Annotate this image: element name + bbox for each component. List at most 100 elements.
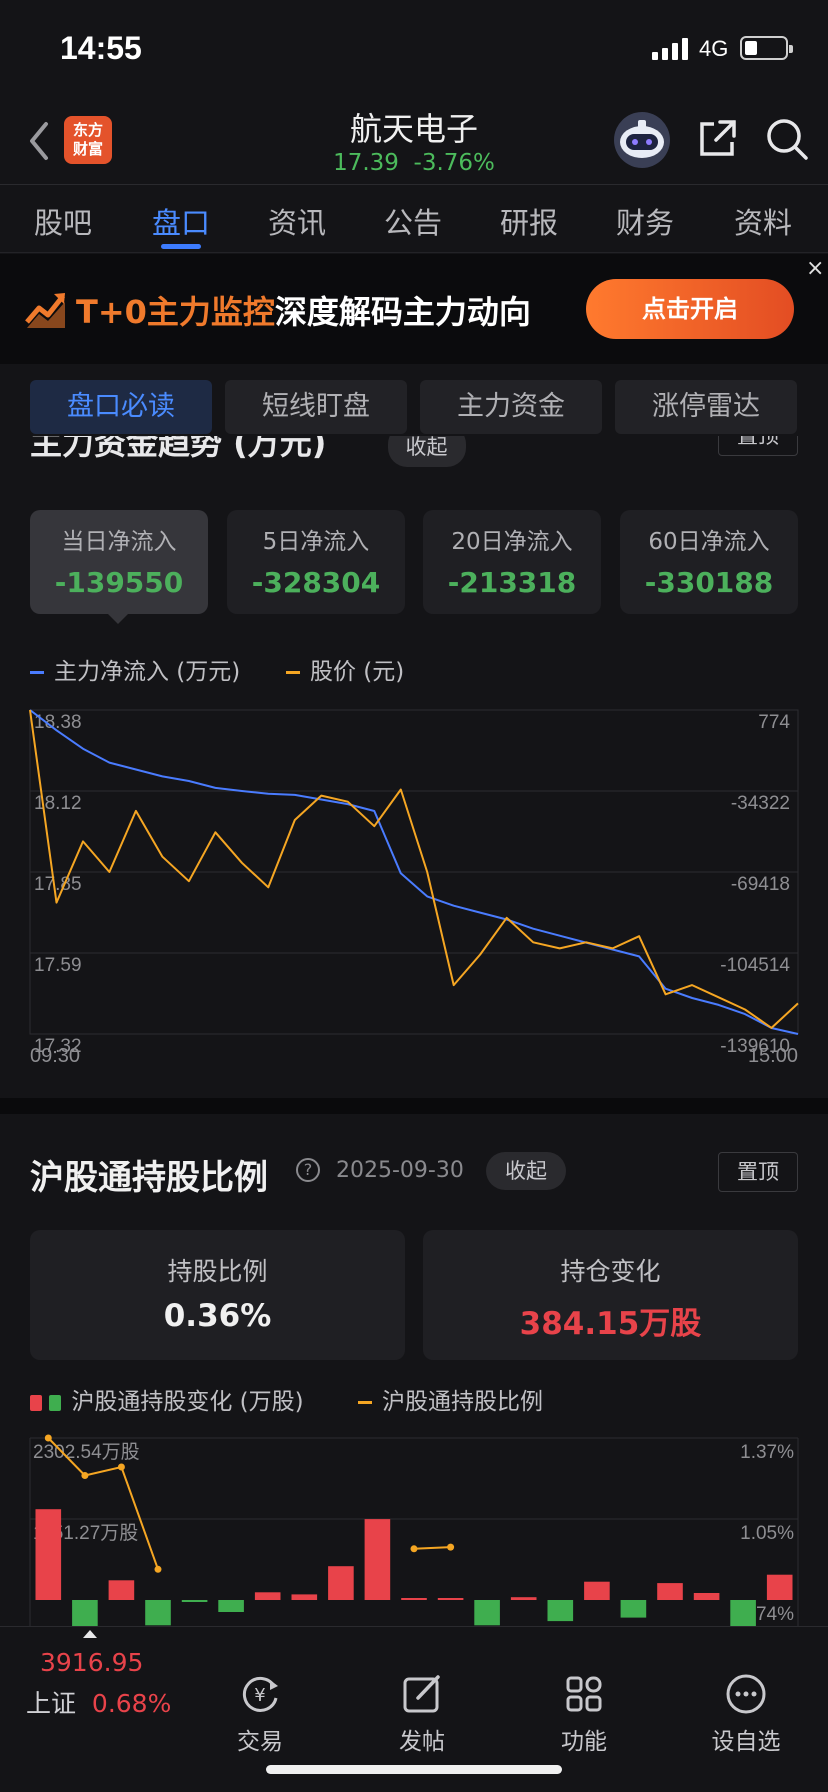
flow-collapse-button[interactable]: 收起 [387,436,466,467]
stock-change: -3.76% [413,150,495,176]
hk-pin-button[interactable]: 置顶 [718,1152,798,1192]
nav-post[interactable]: 发帖 [372,1672,472,1756]
hk-bar [145,1600,171,1626]
more-icon [696,1672,796,1716]
tabs-divider [0,252,828,253]
flow-section-title: 主力资金趋势 (万元) [30,436,327,462]
stock-price: 17.39 [333,150,399,176]
help-icon[interactable]: ? [296,1158,320,1182]
main-flow-chart: 18.38 77418.12 -3432217.85 -6941817.59 -1045… [29,709,799,1067]
tab-finance[interactable]: 财务 [616,200,674,242]
tab-profile[interactable]: 资料 [734,200,792,242]
svg-text:¥: ¥ [254,1685,265,1706]
right-axis-tick: 1.37% [740,1442,794,1463]
signal-icon [652,38,690,60]
x-axis-tick-end: 15:00 [748,1045,798,1067]
hk-bar [254,1592,281,1600]
legend-hk-ratio: 沪股通持股比例 [358,1382,543,1416]
hk-collapse-button[interactable]: 收起 [486,1152,566,1190]
hk-date: 2025-09-30 [336,1158,464,1183]
right-axis-tick: -69418 [731,874,790,895]
compose-icon [372,1672,472,1716]
index-name: 上证 [26,1689,77,1718]
hk-bar [35,1509,62,1600]
tab-news[interactable]: 资讯 [268,200,326,242]
left-axis-tick: 17.85 [34,874,82,895]
assistant-avatar-icon[interactable] [612,110,672,170]
hk-bar [474,1600,500,1626]
banner-title: T+0主力监控深度解码主力动向 [76,293,531,331]
search-icon[interactable] [764,116,810,162]
trend-up-icon [24,288,68,328]
tab-pankou[interactable]: 盘口 [152,200,210,242]
tab-research[interactable]: 研报 [500,200,558,242]
index-value[interactable]: 3916.95 [40,1648,143,1677]
price-line [29,709,799,1029]
active-tab-indicator [161,244,201,249]
banner-close-icon[interactable]: × [806,256,824,281]
hk-bar [328,1566,354,1600]
left-axis-tick: 2302.54万股 [33,1442,140,1463]
hk-ratio-line [413,1546,451,1550]
subtab-must-read[interactable]: 盘口必读 [30,380,212,434]
hk-ratio-card: 持股比例 0.36% [30,1230,405,1360]
hk-bar [766,1574,793,1600]
hk-section-title: 沪股通持股比例 [30,1158,268,1198]
hk-bar [181,1600,208,1602]
hk-bar [401,1598,427,1600]
index-change: 0.68% [91,1689,172,1718]
left-axis-tick: 17.59 [34,955,82,976]
nav-trade[interactable]: ¥ 交易 [210,1672,310,1756]
right-axis-tick: -104514 [720,955,790,976]
right-axis-tick: -34322 [731,793,790,814]
flow-section-header: 主力资金趋势 (万元) 收起 置顶 [0,436,828,472]
hk-change-card: 持仓变化 384.15万股 [423,1230,798,1360]
share-icon[interactable] [696,116,740,160]
flow-pin-button[interactable]: 置顶 [718,436,798,456]
hk-bar [657,1583,683,1600]
right-axis-tick: 1.05% [740,1523,794,1544]
x-axis-tick-start: 09:30 [30,1045,80,1067]
status-time: 14:55 [60,30,142,66]
hk-bar [693,1593,720,1600]
hk-bar [364,1519,391,1600]
flow-card-60d[interactable]: 60日净流入 -330188 [620,510,798,614]
flow-card-20d[interactable]: 20日净流入 -213318 [423,510,601,614]
hk-chart: 2302.54万股1151.27万股1.37%1.05%0.74% [29,1434,799,1626]
battery-icon [740,36,793,60]
subtab-limit-up[interactable]: 涨停雷达 [615,380,797,434]
legend-hk-bars: 沪股通持股变化 (万股) [30,1382,304,1416]
index-arrow-icon [83,1630,97,1638]
hk-bar [584,1581,610,1600]
legend-price: 股价 (元) [286,652,404,686]
nav-features[interactable]: 功能 [534,1672,634,1756]
hk-bar [437,1598,464,1600]
subtab-short-term[interactable]: 短线盯盘 [225,380,407,434]
grid-icon [534,1672,634,1716]
tab-announcements[interactable]: 公告 [384,200,442,242]
hk-bar [291,1594,318,1600]
section-gap [0,1098,828,1114]
hk-bar [72,1600,98,1626]
network-type: 4G [699,36,729,61]
flow-card-today[interactable]: 当日净流入 -139550 [30,510,208,614]
nav-watchlist[interactable]: 设自选 [696,1672,796,1756]
hk-bar [730,1600,756,1626]
home-indicator [266,1765,562,1774]
index-widget[interactable]: 上证 0.68% [26,1684,171,1720]
hk-bar [510,1597,537,1600]
legend-flow: 主力净流入 (万元) [30,652,240,686]
tab-guba[interactable]: 股吧 [34,200,92,242]
hk-bar [218,1600,244,1612]
subtab-main-funds[interactable]: 主力资金 [420,380,602,434]
hk-bar [108,1580,135,1600]
hk-bar [620,1600,647,1618]
trade-icon: ¥ [210,1672,310,1716]
hk-bar [547,1600,574,1622]
left-axis-tick: 18.38 [34,712,82,733]
banner-open-button[interactable]: 点击开启 [586,279,794,339]
header-divider [0,184,828,185]
flow-card-5d[interactable]: 5日净流入 -328304 [227,510,405,614]
card-pointer [106,612,130,624]
right-axis-tick: 774 [758,712,790,733]
